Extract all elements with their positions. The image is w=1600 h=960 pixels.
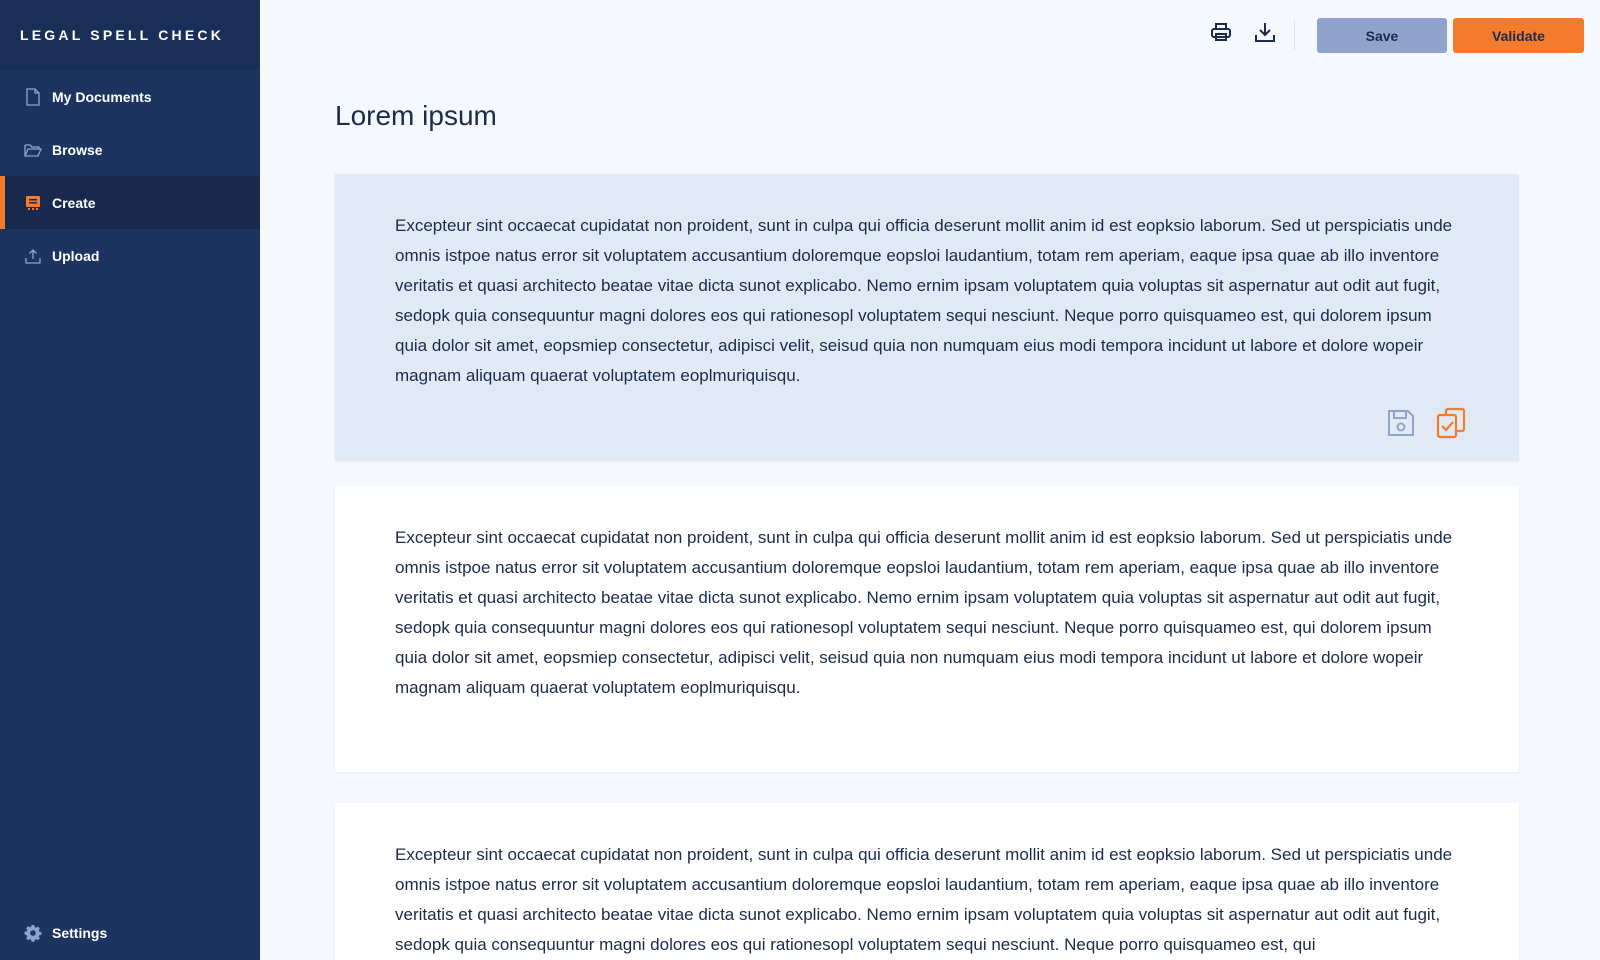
paragraph-text[interactable]: Excepteur sint occaecat cupidatat non pr… [395,523,1459,703]
app-title: LEGAL SPELL CHECK [0,0,260,70]
gear-icon [24,924,42,942]
top-toolbar: Save Validate [260,0,1600,70]
print-icon [1210,21,1232,48]
folder-open-icon [24,141,42,159]
sidebar-item-browse[interactable]: Browse [0,123,260,176]
page-title: Lorem ipsum [335,100,497,131]
upload-icon [24,247,42,265]
save-paragraph-button[interactable] [1385,409,1417,441]
settings-label: Settings [52,925,108,941]
card-actions [1385,407,1467,444]
sidebar-item-settings[interactable]: Settings [0,906,260,960]
validate-button[interactable]: Validate [1453,18,1584,53]
paragraph-card[interactable]: Excepteur sint occaecat cupidatat non pr… [335,486,1519,772]
toolbar-divider [1294,20,1295,50]
create-icon [24,194,42,212]
validate-paragraph-button[interactable] [1435,407,1467,444]
sidebar: LEGAL SPELL CHECK My Documents Browse Cr… [0,0,260,960]
paragraph-card-selected[interactable]: Excepteur sint occaecat cupidatat non pr… [335,174,1519,461]
sidebar-item-label: Browse [52,141,103,158]
paragraph-text[interactable]: Excepteur sint occaecat cupidatat non pr… [395,840,1459,960]
download-button[interactable] [1252,21,1278,47]
sidebar-nav: My Documents Browse Create Upload [0,70,260,282]
sidebar-item-upload[interactable]: Upload [0,229,260,282]
save-button[interactable]: Save [1317,18,1447,53]
download-icon [1254,21,1276,48]
sidebar-item-create[interactable]: Create [0,176,260,229]
document-icon [24,87,42,106]
sidebar-item-label: My Documents [52,88,152,105]
sidebar-item-my-documents[interactable]: My Documents [0,70,260,123]
save-icon [1386,408,1416,443]
sidebar-item-label: Upload [52,247,100,264]
paragraph-card[interactable]: Excepteur sint occaecat cupidatat non pr… [335,803,1519,960]
print-button[interactable] [1208,21,1234,47]
paragraph-text[interactable]: Excepteur sint occaecat cupidatat non pr… [395,211,1459,391]
clipboard-check-icon [1435,407,1467,444]
sidebar-item-label: Create [52,194,96,211]
